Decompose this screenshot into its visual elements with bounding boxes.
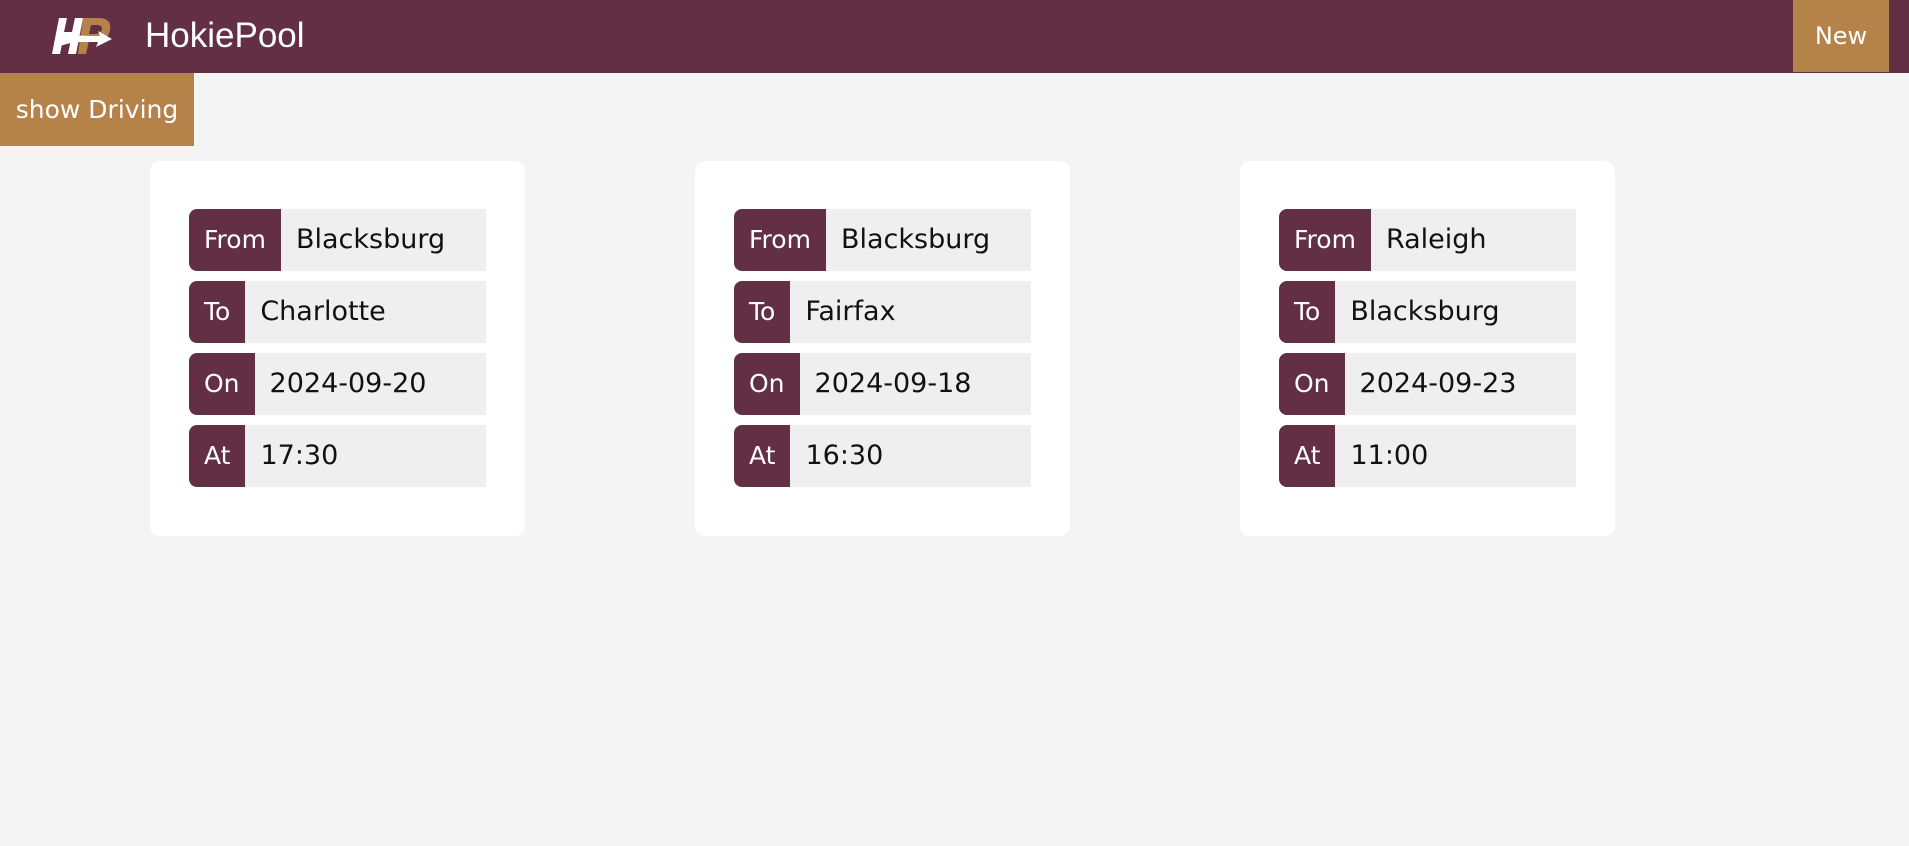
to-row: To Fairfax (734, 281, 1031, 343)
from-label: From (1279, 209, 1371, 271)
from-label: From (734, 209, 826, 271)
top-navbar: HokiePool New (0, 0, 1909, 73)
date-row: On 2024-09-18 (734, 353, 1031, 415)
date-row: On 2024-09-23 (1279, 353, 1576, 415)
hokiepool-logo-icon[interactable] (50, 12, 118, 60)
time-row: At 17:30 (189, 425, 486, 487)
to-row: To Blacksburg (1279, 281, 1576, 343)
at-label: At (189, 425, 246, 487)
at-label: At (734, 425, 791, 487)
date-value: 2024-09-23 (1359, 368, 1517, 399)
time-value: 11:00 (1350, 440, 1429, 471)
on-label: On (734, 353, 800, 415)
new-ride-button[interactable]: New (1793, 0, 1889, 72)
on-label: On (189, 353, 255, 415)
date-value: 2024-09-18 (814, 368, 972, 399)
app-title[interactable]: HokiePool (145, 13, 305, 58)
ride-card[interactable]: From Raleigh To Blacksburg On 2024-09-23… (1240, 161, 1615, 536)
time-row: At 16:30 (734, 425, 1031, 487)
to-value: Blacksburg (1350, 296, 1500, 327)
to-value: Charlotte (260, 296, 386, 327)
from-row: From Raleigh (1279, 209, 1576, 271)
at-label: At (1279, 425, 1336, 487)
from-label: From (189, 209, 281, 271)
to-value: Fairfax (805, 296, 896, 327)
from-value: Raleigh (1385, 224, 1487, 255)
time-row: At 11:00 (1279, 425, 1576, 487)
time-value: 16:30 (805, 440, 884, 471)
date-row: On 2024-09-20 (189, 353, 486, 415)
to-label: To (189, 281, 246, 343)
to-row: To Charlotte (189, 281, 486, 343)
from-value: Blacksburg (840, 224, 991, 255)
to-label: To (1279, 281, 1336, 343)
on-label: On (1279, 353, 1345, 415)
ride-card[interactable]: From Blacksburg To Fairfax On 2024-09-18… (695, 161, 1070, 536)
show-driving-button[interactable]: show Driving (0, 73, 194, 146)
ride-card[interactable]: From Blacksburg To Charlotte On 2024-09-… (150, 161, 525, 536)
date-value: 2024-09-20 (269, 368, 427, 399)
from-value: Blacksburg (295, 224, 446, 255)
from-row: From Blacksburg (189, 209, 486, 271)
time-value: 17:30 (260, 440, 339, 471)
from-row: From Blacksburg (734, 209, 1031, 271)
to-label: To (734, 281, 791, 343)
